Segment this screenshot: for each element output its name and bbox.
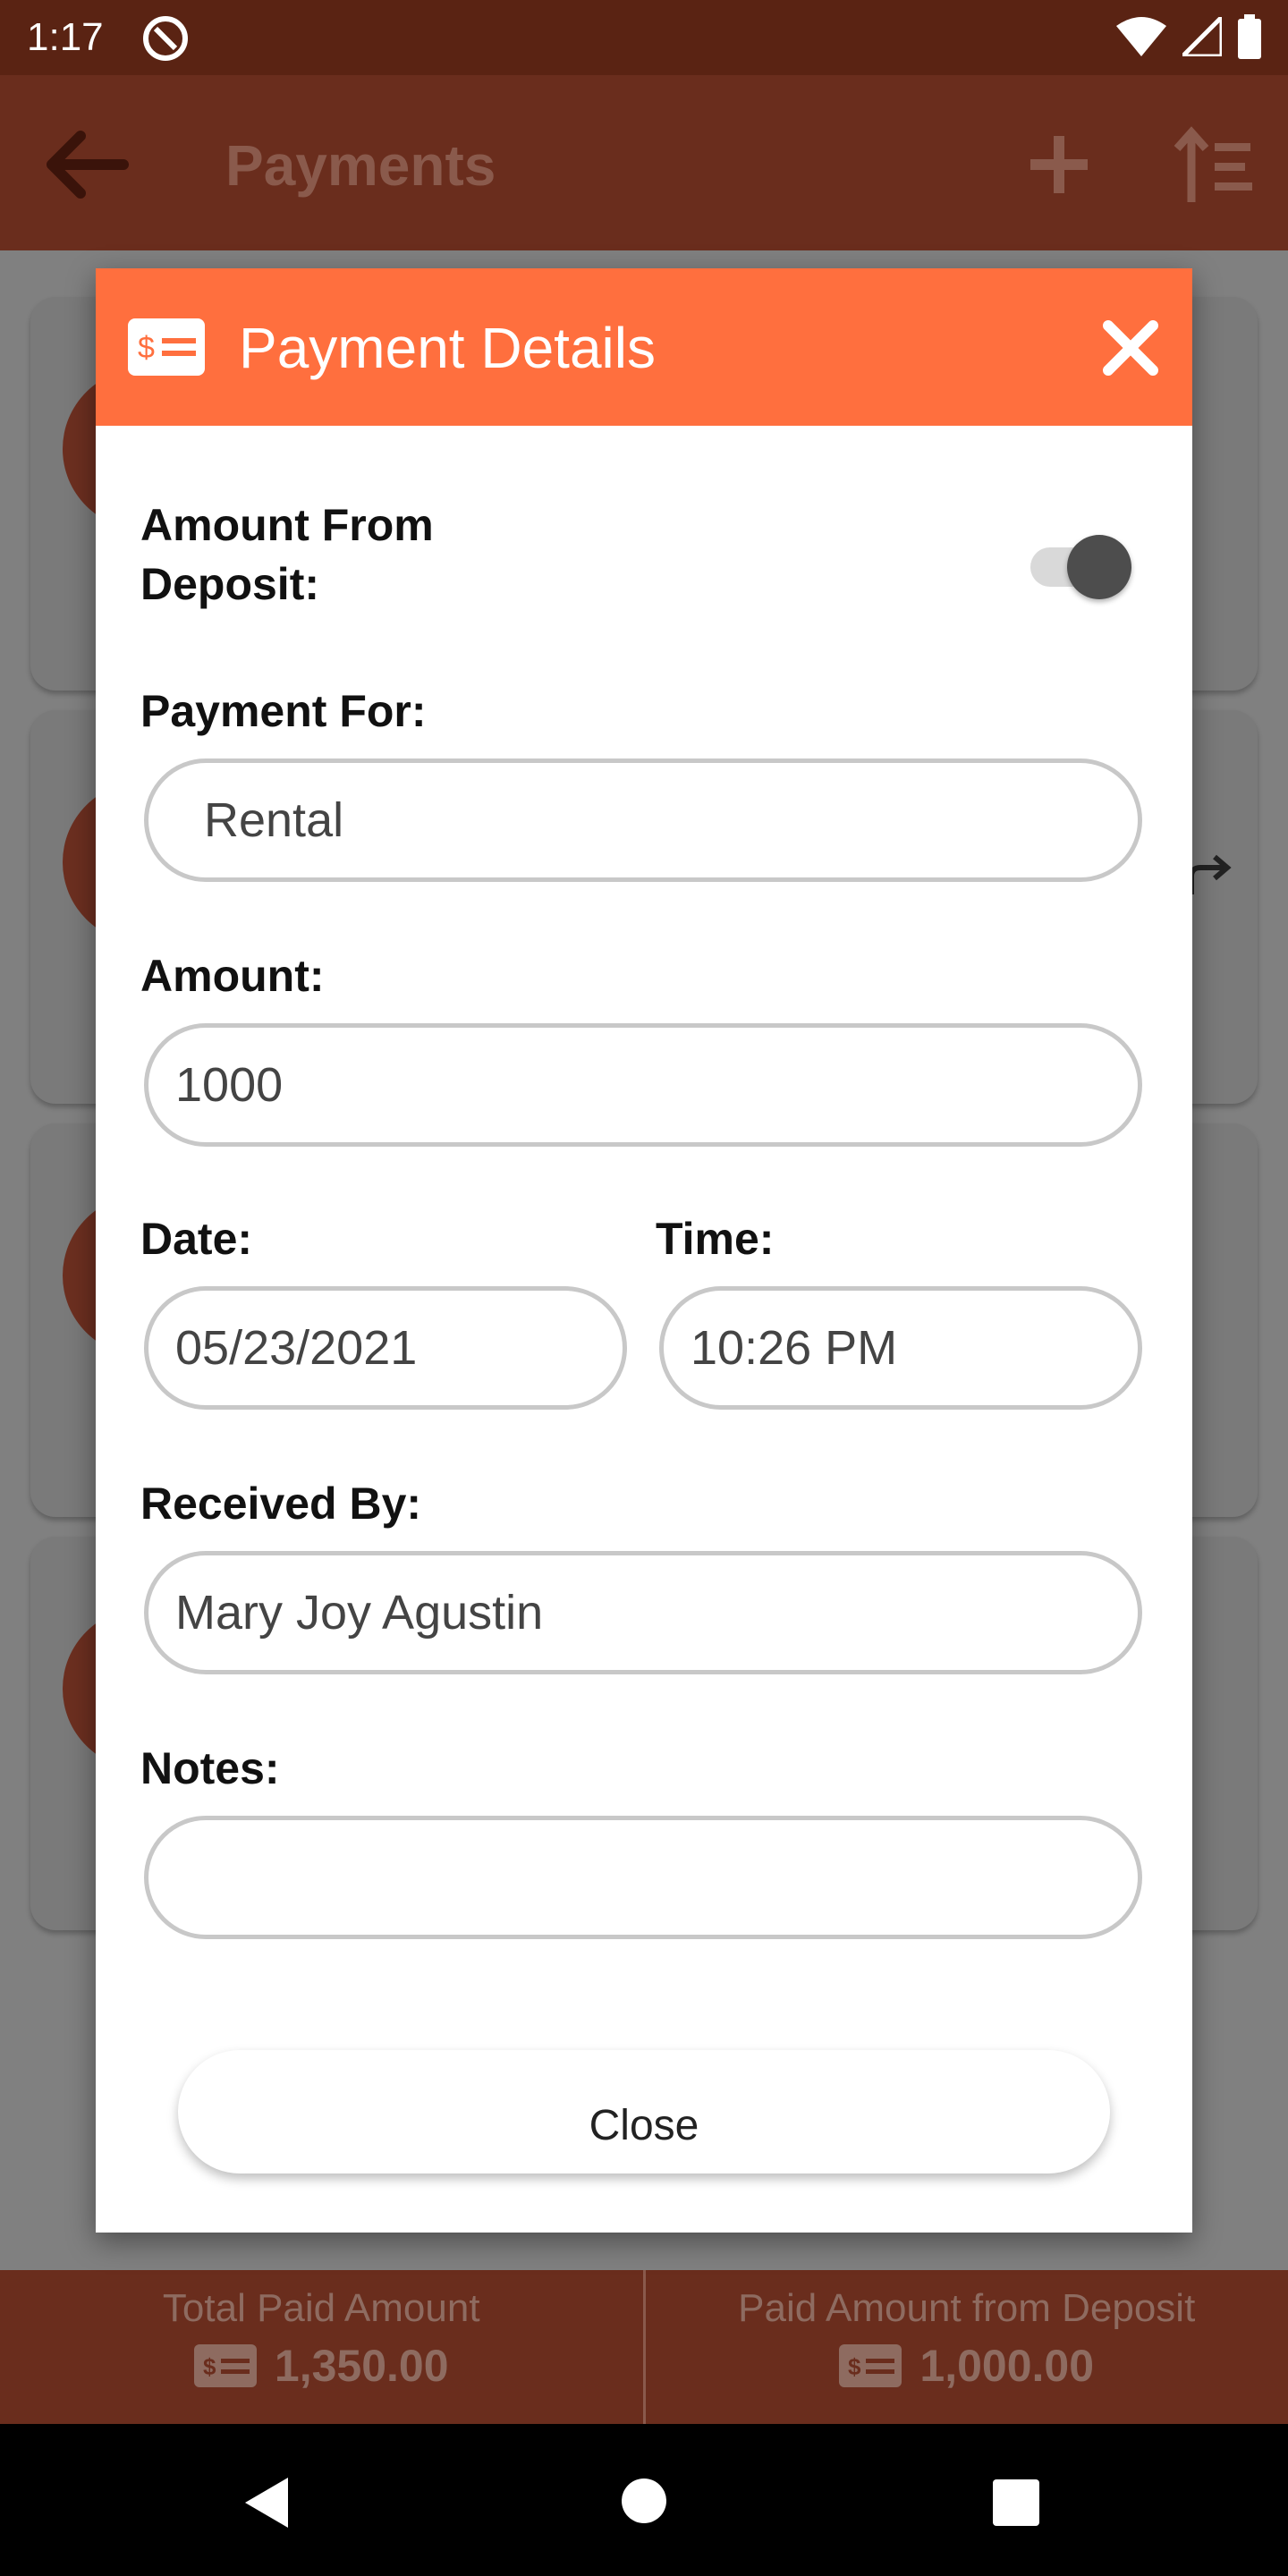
amount-from-deposit-label: Amount From Deposit:	[140, 500, 434, 609]
payment-for-label: Payment For:	[140, 686, 427, 736]
date-field[interactable]: 05/23/2021	[144, 1286, 627, 1410]
notes-label: Notes:	[140, 1743, 280, 1793]
dialog-title: Payment Details	[239, 316, 656, 380]
status-time: 1:17	[27, 15, 104, 59]
total-paid-row: $ 1,350.00	[0, 2340, 643, 2392]
time-field[interactable]: 10:26 PM	[659, 1286, 1142, 1410]
svg-text:$: $	[848, 2353, 861, 2380]
add-icon[interactable]	[1027, 132, 1091, 197]
payment-details-dialog: $ Payment Details Amount From Deposit: P…	[96, 268, 1192, 2233]
total-paid-summary: Total Paid Amount $ 1,350.00	[0, 2270, 643, 2424]
total-paid-label: Total Paid Amount	[162, 2286, 480, 2330]
dialog-header: $ Payment Details	[96, 268, 1192, 426]
wifi-icon	[1116, 17, 1166, 56]
nav-recents-icon[interactable]	[993, 2479, 1039, 2526]
paid-from-deposit-summary: Paid Amount from Deposit $ 1,000.00	[642, 2270, 1288, 2424]
paid-from-deposit-value: 1,000.00	[919, 2341, 1095, 2391]
total-paid-value: 1,350.00	[274, 2341, 449, 2391]
cash-card-icon: $	[839, 2344, 902, 2387]
received-by-field[interactable]: Mary Joy Agustin	[144, 1551, 1142, 1674]
sort-icon[interactable]	[1172, 125, 1252, 206]
cash-card-icon: $	[193, 2344, 257, 2387]
back-arrow-icon[interactable]	[45, 129, 131, 200]
cash-card-icon: $	[128, 318, 205, 376]
paid-from-deposit-row: $ 1,000.00	[646, 2340, 1288, 2392]
svg-text:$: $	[203, 2353, 216, 2380]
svg-text:$: $	[138, 331, 155, 365]
payment-for-select[interactable]: Rental	[144, 758, 1142, 882]
status-bar: 1:17	[0, 0, 1288, 75]
system-nav-bar	[0, 2424, 1288, 2576]
status-icons	[1116, 14, 1261, 59]
cell-signal-icon	[1182, 17, 1222, 56]
nav-home-icon[interactable]	[621, 2478, 667, 2524]
battery-icon	[1238, 14, 1261, 59]
time-label: Time:	[656, 1214, 775, 1264]
deposit-toggle-knob[interactable]	[1067, 535, 1131, 599]
amount-label: Amount:	[140, 951, 325, 1001]
notes-field[interactable]	[144, 1816, 1142, 1939]
at-sign-icon	[143, 16, 188, 61]
summary-footer: Total Paid Amount $ 1,350.00 Paid Amount…	[0, 2270, 1288, 2424]
received-by-label: Received By:	[140, 1479, 422, 1529]
page-title: Payments	[225, 133, 496, 198]
amount-field[interactable]: 1000	[144, 1023, 1142, 1147]
date-label: Date:	[140, 1214, 253, 1264]
close-button[interactable]: Close	[178, 2050, 1110, 2174]
close-icon[interactable]	[1101, 318, 1160, 377]
nav-back-icon[interactable]	[242, 2476, 292, 2529]
app-bar: Payments	[0, 75, 1288, 250]
paid-from-deposit-label: Paid Amount from Deposit	[738, 2286, 1196, 2330]
